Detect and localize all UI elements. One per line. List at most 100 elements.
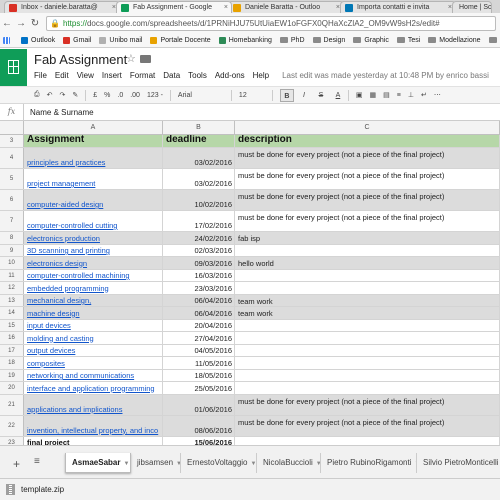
browser-tab[interactable]: Inbox - daniele.baratta@ × [4, 1, 120, 13]
bookmark-item[interactable]: PhD [279, 37, 305, 44]
redo-icon[interactable]: ↷ [59, 91, 65, 99]
description-cell[interactable] [235, 319, 500, 331]
text-color-button[interactable]: A [331, 89, 345, 102]
font-dropdown[interactable]: Arial [178, 92, 224, 99]
assignment-cell-text[interactable]: output devices [27, 346, 75, 355]
bold-button[interactable]: B [279, 88, 294, 102]
bookmark-item[interactable]: Graphic [353, 37, 389, 44]
assignment-cell-text[interactable]: molding and casting [27, 334, 94, 343]
row-number[interactable]: 4 [0, 148, 24, 168]
description-cell[interactable] [235, 244, 500, 256]
print-icon[interactable]: ⎙ [34, 91, 40, 99]
row-number[interactable]: 20 [0, 382, 24, 394]
formula-input[interactable]: Name & Surname [24, 108, 94, 117]
row-number[interactable]: 19 [0, 369, 24, 381]
sheet-tab-menu-icon[interactable]: ▼ [251, 461, 257, 467]
row-number[interactable]: 17 [0, 344, 24, 356]
deadline-cell[interactable]: 15/06/2016 [163, 436, 235, 445]
decrease-decimal-button[interactable]: .0 [117, 92, 123, 99]
apps-icon[interactable] [3, 36, 13, 44]
deadline-cell[interactable]: deadline [163, 135, 235, 147]
description-cell[interactable]: description [235, 135, 500, 147]
assignment-cell[interactable]: 3D scanning and printing [24, 244, 163, 256]
row-number[interactable]: 16 [0, 332, 24, 344]
bookmark-item[interactable]: Modellazione [428, 37, 481, 44]
undo-icon[interactable]: ↶ [47, 91, 53, 99]
row-number[interactable]: 13 [0, 294, 24, 306]
assignment-cell[interactable]: networking and communications [24, 369, 163, 381]
font-size-dropdown[interactable]: 12 [239, 92, 265, 99]
description-cell[interactable] [235, 369, 500, 381]
description-cell[interactable] [235, 269, 500, 281]
sheet-tab[interactable]: AsmaeSabar ▼ [65, 453, 131, 473]
assignment-cell[interactable]: final project [24, 436, 163, 445]
download-filename[interactable]: template.zip [21, 485, 64, 494]
assignment-cell[interactable]: project management [24, 169, 163, 189]
assignment-cell-text[interactable]: interface and application programming [27, 384, 155, 393]
align-icon[interactable]: ≡ [397, 92, 401, 99]
deadline-cell[interactable]: 04/05/2016 [163, 344, 235, 356]
row-number[interactable]: 15 [0, 319, 24, 331]
row-number[interactable]: 11 [0, 269, 24, 281]
row-number[interactable]: 23 [0, 436, 24, 445]
browser-tab[interactable]: Fab Assignment - Google × [116, 1, 232, 13]
menu-tools[interactable]: Tools [188, 71, 207, 80]
bookmark-item[interactable]: Inn [488, 37, 500, 44]
browser-tab[interactable]: Daniele Baratta - Outloo × [228, 1, 344, 13]
percent-button[interactable]: % [104, 92, 110, 99]
last-edit-link[interactable]: Last edit was made yesterday at 10:48 PM… [282, 71, 489, 80]
url-bar[interactable]: 🔒 https:// docs.google.com/spreadsheets/… [46, 15, 496, 31]
menu-view[interactable]: View [77, 71, 94, 80]
assignment-cell-text[interactable]: mechanical design, [27, 296, 91, 305]
bookmark-item[interactable]: Gmail [63, 36, 91, 44]
assignment-cell[interactable]: machine design [24, 307, 163, 319]
menu-insert[interactable]: Insert [102, 71, 122, 80]
description-cell[interactable] [235, 344, 500, 356]
row-number[interactable]: 10 [0, 257, 24, 269]
star-icon[interactable]: ☆ [126, 52, 136, 65]
deadline-cell[interactable]: 11/05/2016 [163, 357, 235, 369]
assignment-cell[interactable]: invention, intellectual property, and in… [24, 415, 163, 436]
column-header-c[interactable]: C [235, 121, 500, 135]
deadline-cell[interactable]: 03/02/2016 [163, 148, 235, 168]
deadline-cell[interactable]: 08/06/2016 [163, 415, 235, 436]
assignment-cell-text[interactable]: applications and implications [27, 405, 122, 414]
browser-tab[interactable]: Home | Sc [452, 1, 492, 13]
assignment-cell[interactable]: computer-aided design [24, 190, 163, 210]
assignment-cell[interactable]: electronics design [24, 257, 163, 269]
description-cell[interactable]: must be done for every project (not a pi… [235, 190, 500, 210]
description-cell[interactable]: must be done for every project (not a pi… [235, 394, 500, 415]
deadline-cell[interactable]: 02/03/2016 [163, 244, 235, 256]
assignment-cell-text[interactable]: networking and communications [27, 371, 134, 380]
assignment-cell-text[interactable]: 3D scanning and printing [27, 246, 110, 255]
menu-addons[interactable]: Add-ons [215, 71, 245, 80]
assignment-cell[interactable]: molding and casting [24, 332, 163, 344]
borders-icon[interactable]: ▦ [370, 91, 377, 99]
bookmark-item[interactable]: Portale Docente [150, 36, 211, 44]
row-number[interactable]: 8 [0, 232, 24, 244]
menu-format[interactable]: Format [130, 71, 155, 80]
deadline-cell[interactable]: 27/04/2016 [163, 332, 235, 344]
description-cell[interactable]: must be done for every project (not a pi… [235, 211, 500, 231]
fill-color-icon[interactable]: ▣ [356, 91, 363, 99]
assignment-cell[interactable]: output devices [24, 344, 163, 356]
sheet-tab[interactable]: Pietro RubinoRigamonti▼ [321, 453, 417, 473]
sheet-tab[interactable]: ErnestoVoltaggio ▼ [181, 453, 257, 473]
assignment-cell[interactable]: interface and application programming [24, 382, 163, 394]
deadline-cell[interactable]: 01/06/2016 [163, 394, 235, 415]
description-cell[interactable] [235, 282, 500, 294]
assignment-cell-text[interactable]: electronics production [27, 234, 100, 243]
description-cell[interactable] [235, 436, 500, 445]
assignment-cell[interactable]: Assignment [24, 135, 163, 147]
row-number[interactable]: 5 [0, 169, 24, 189]
close-tab-icon[interactable]: × [224, 2, 228, 13]
row-number[interactable]: 18 [0, 357, 24, 369]
bookmark-item[interactable]: Design [312, 37, 345, 44]
merge-cells-icon[interactable]: ▤ [383, 91, 390, 99]
assignment-cell-text[interactable]: computer-aided design [27, 200, 103, 209]
italic-button[interactable]: I [297, 89, 311, 102]
bookmark-item[interactable]: Outlook [21, 36, 55, 44]
deadline-cell[interactable]: 20/04/2016 [163, 319, 235, 331]
bookmark-item[interactable]: Unibo mail [99, 36, 142, 44]
sheet-tab-menu-icon[interactable]: ▼ [123, 461, 129, 467]
